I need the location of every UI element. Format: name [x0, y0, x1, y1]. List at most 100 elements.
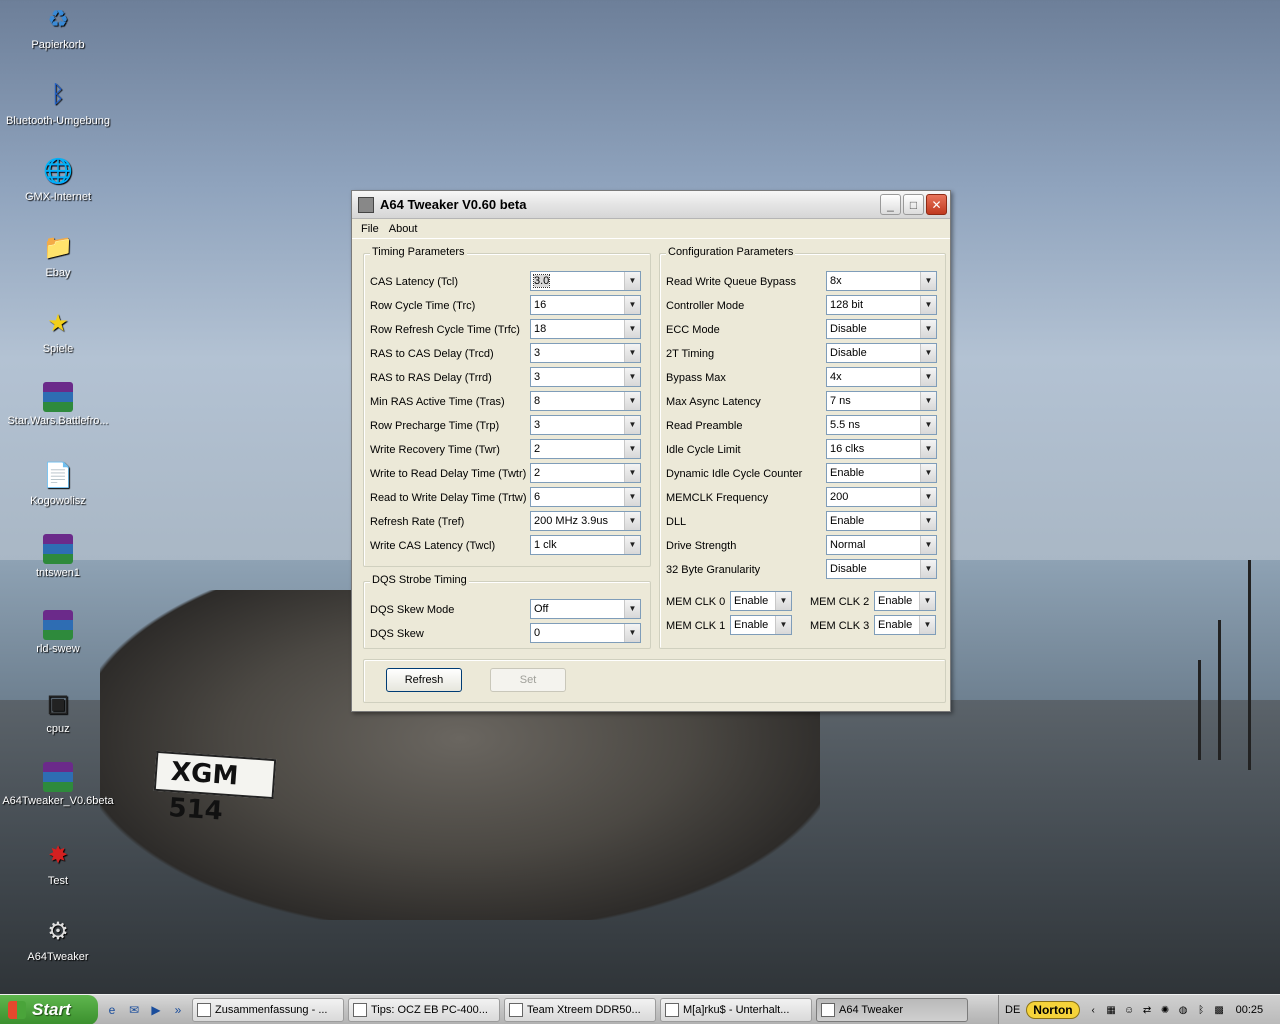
- connection-icon[interactable]: ⇄: [1140, 1003, 1155, 1018]
- desktop-icon[interactable]: A64Tweaker_V0.6beta: [0, 762, 116, 807]
- timing-select[interactable]: 200 MHz 3.9us ▼: [530, 511, 641, 531]
- memclk-select[interactable]: Enable ▼: [730, 591, 792, 611]
- outlook-icon[interactable]: ✉: [126, 1002, 142, 1018]
- chevron-left-icon[interactable]: ‹: [1086, 1003, 1101, 1018]
- memclk-select[interactable]: Enable ▼: [730, 615, 792, 635]
- chevron-down-icon[interactable]: ▼: [624, 272, 640, 290]
- config-select[interactable]: 5.5 ns ▼: [826, 415, 937, 435]
- config-select[interactable]: Enable ▼: [826, 511, 937, 531]
- chevron-down-icon[interactable]: ▼: [624, 368, 640, 386]
- timing-select[interactable]: 3 ▼: [530, 367, 641, 387]
- menu-file[interactable]: File: [356, 223, 384, 235]
- chevron-down-icon[interactable]: ▼: [920, 560, 936, 578]
- config-select[interactable]: 16 clks ▼: [826, 439, 937, 459]
- chevron-down-icon[interactable]: ▼: [920, 296, 936, 314]
- config-select[interactable]: 200 ▼: [826, 487, 937, 507]
- refresh-button[interactable]: Refresh: [386, 668, 462, 692]
- chevron-down-icon[interactable]: ▼: [920, 320, 936, 338]
- timing-select[interactable]: 16 ▼: [530, 295, 641, 315]
- chevron-down-icon[interactable]: ▼: [920, 488, 936, 506]
- bluetooth-icon[interactable]: ᛒ: [1194, 1003, 1209, 1018]
- desktop-icon[interactable]: rld-swew: [0, 610, 116, 655]
- chevron-down-icon[interactable]: ▼: [775, 616, 791, 634]
- config-select[interactable]: Disable ▼: [826, 559, 937, 579]
- minimize-button[interactable]: _: [880, 194, 901, 215]
- set-button[interactable]: Set: [490, 668, 566, 692]
- config-select[interactable]: Disable ▼: [826, 319, 937, 339]
- chevron-down-icon[interactable]: ▼: [919, 592, 935, 610]
- taskbar-button[interactable]: Zusammenfassung - ...: [192, 997, 344, 1022]
- config-select[interactable]: Disable ▼: [826, 343, 937, 363]
- title-bar[interactable]: A64 Tweaker V0.60 beta _ □ ✕: [352, 191, 950, 219]
- chevron-down-icon[interactable]: ▼: [920, 536, 936, 554]
- chevron-down-icon[interactable]: ▼: [920, 416, 936, 434]
- desktop-icon[interactable]: ★ Spiele: [0, 306, 116, 356]
- timing-select[interactable]: 3 ▼: [530, 415, 641, 435]
- chevron-down-icon[interactable]: ▼: [624, 624, 640, 642]
- config-select[interactable]: 128 bit ▼: [826, 295, 937, 315]
- memclk-select[interactable]: Enable ▼: [874, 615, 936, 635]
- maximize-button[interactable]: □: [903, 194, 924, 215]
- chevron-down-icon[interactable]: ▼: [624, 464, 640, 482]
- config-select[interactable]: 8x ▼: [826, 271, 937, 291]
- desktop-icon[interactable]: ♻ Papierkorb: [0, 2, 116, 52]
- settings-icon[interactable]: ✺: [1158, 1003, 1173, 1018]
- taskbar-button[interactable]: Tips: OCZ EB PC-400...: [348, 997, 500, 1022]
- chevron-down-icon[interactable]: ▼: [919, 616, 935, 634]
- desktop-icon[interactable]: 🌐 GMX-Internet: [0, 154, 116, 204]
- chevron-down-icon[interactable]: ▼: [624, 600, 640, 618]
- timing-select[interactable]: 8 ▼: [530, 391, 641, 411]
- chevron-down-icon[interactable]: ▼: [624, 488, 640, 506]
- globe-icon[interactable]: ◍: [1176, 1003, 1191, 1018]
- dqs-select[interactable]: 0 ▼: [530, 623, 641, 643]
- timing-select[interactable]: 18 ▼: [530, 319, 641, 339]
- ie-icon[interactable]: e: [104, 1002, 120, 1018]
- desktop-icon[interactable]: Star.Wars.Battlefro...: [0, 382, 116, 427]
- chevron-down-icon[interactable]: ▼: [920, 368, 936, 386]
- media-icon[interactable]: ▶: [148, 1002, 164, 1018]
- start-button[interactable]: Start: [0, 994, 98, 1024]
- timing-select[interactable]: 3 ▼: [530, 343, 641, 363]
- chevron-down-icon[interactable]: ▼: [920, 272, 936, 290]
- desktop-icon[interactable]: ⚙ A64Tweaker: [0, 914, 116, 964]
- chevron-down-icon[interactable]: ▼: [920, 440, 936, 458]
- chevron-down-icon[interactable]: ▼: [920, 512, 936, 530]
- chevron-down-icon[interactable]: ▼: [624, 392, 640, 410]
- desktop-icon[interactable]: ▣ cpuz: [0, 686, 116, 736]
- timing-select[interactable]: 1 clk ▼: [530, 535, 641, 555]
- language-indicator[interactable]: DE: [999, 1004, 1026, 1016]
- taskbar-button[interactable]: A64 Tweaker: [816, 997, 968, 1022]
- timing-select[interactable]: 6 ▼: [530, 487, 641, 507]
- config-select[interactable]: 7 ns ▼: [826, 391, 937, 411]
- desktop-icon[interactable]: ✸ Test: [0, 838, 116, 888]
- chevron-down-icon[interactable]: ▼: [624, 536, 640, 554]
- close-button[interactable]: ✕: [926, 194, 947, 215]
- menu-about[interactable]: About: [384, 223, 423, 235]
- security-icon[interactable]: ▩: [1212, 1003, 1227, 1018]
- config-select[interactable]: 4x ▼: [826, 367, 937, 387]
- timing-select[interactable]: 2 ▼: [530, 439, 641, 459]
- chevron-down-icon[interactable]: ▼: [920, 392, 936, 410]
- config-select[interactable]: Enable ▼: [826, 463, 937, 483]
- taskbar-button[interactable]: M[a]rku$ - Unterhalt...: [660, 997, 812, 1022]
- quick-launch-overflow-icon[interactable]: »: [170, 1002, 186, 1018]
- chevron-down-icon[interactable]: ▼: [624, 344, 640, 362]
- desktop-icon[interactable]: tntswen1: [0, 534, 116, 579]
- chevron-down-icon[interactable]: ▼: [624, 320, 640, 338]
- chevron-down-icon[interactable]: ▼: [624, 296, 640, 314]
- dqs-select[interactable]: Off ▼: [530, 599, 641, 619]
- desktop-icon[interactable]: ᛒ Bluetooth-Umgebung: [0, 78, 116, 127]
- timing-select[interactable]: 2 ▼: [530, 463, 641, 483]
- memclk-select[interactable]: Enable ▼: [874, 591, 936, 611]
- chevron-down-icon[interactable]: ▼: [624, 512, 640, 530]
- timing-select[interactable]: 3.0 ▼: [530, 271, 641, 291]
- chevron-down-icon[interactable]: ▼: [775, 592, 791, 610]
- chevron-down-icon[interactable]: ▼: [920, 344, 936, 362]
- desktop-icon[interactable]: 📄 Kogowolisz: [0, 458, 116, 508]
- chevron-down-icon[interactable]: ▼: [920, 464, 936, 482]
- network-icon[interactable]: ▦: [1104, 1003, 1119, 1018]
- desktop-icon[interactable]: 📁 Ebay: [0, 230, 116, 280]
- config-select[interactable]: Normal ▼: [826, 535, 937, 555]
- norton-badge[interactable]: Norton: [1026, 1001, 1080, 1019]
- chevron-down-icon[interactable]: ▼: [624, 416, 640, 434]
